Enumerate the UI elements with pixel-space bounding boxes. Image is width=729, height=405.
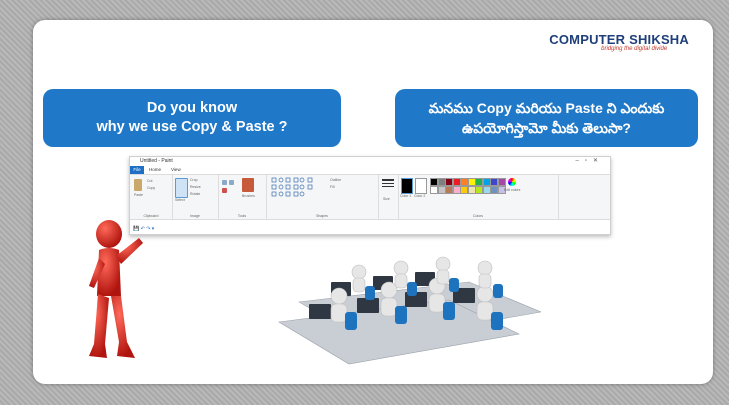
group-label: Colors [472, 214, 484, 218]
banner-line-2: why we use Copy & Paste ? [96, 119, 288, 135]
group-tools: Brushes Tools [218, 175, 267, 219]
group-label: Shapes [316, 214, 328, 218]
edit-colors-icon [508, 178, 516, 186]
outline-label: Outline [330, 178, 342, 182]
group-clipboard: Paste Cut Copy Clipboard [130, 175, 173, 219]
select-label: Select [175, 198, 185, 202]
copy-label: Copy [147, 186, 156, 190]
paint-ribbon: Paste Cut Copy Clipboard Select Crop Res… [130, 174, 610, 220]
question-banner-english: Do you know why we use Copy & Paste ? [43, 89, 341, 147]
crop-label: Crop [190, 178, 198, 182]
logo-name: COMPUTER SHIKSHA [549, 32, 689, 47]
pointing-figure-icon [89, 220, 143, 358]
resize-label: Resize [190, 185, 201, 189]
banner-line-1: మనము Copy మరియు Paste ని ఎందుకు [428, 100, 665, 116]
paste-label: Paste [134, 193, 143, 197]
tab-view: View [171, 167, 181, 172]
group-colors: Color 1 Color 2 Edit colors Colors [398, 175, 559, 219]
slide-card: COMPUTER SHIKSHA bridging the digital di… [33, 20, 713, 384]
banner-line-2: ఉపయోగిస్తామో మీకు తెలుసా? [462, 120, 631, 136]
tab-file: File [130, 166, 144, 174]
paint-title: Untitled - Paint [140, 158, 173, 164]
banner-line-1: Do you know [146, 100, 238, 116]
cut-label: Cut [147, 179, 153, 183]
size-label: Size [383, 197, 390, 201]
fill-label: Fill [330, 185, 335, 189]
color1-label: Color 1 [400, 194, 412, 198]
classroom-illustration-icon [278, 256, 541, 365]
group-image: Select Crop Resize Rotate Image [172, 175, 219, 219]
color2-swatch [415, 178, 427, 194]
paste-icon [134, 179, 142, 191]
rotate-label: Rotate [190, 192, 201, 196]
question-banner-telugu: మనము Copy మరియు Paste ని ఎందుకు ఉపయోగిస్… [395, 89, 698, 147]
pencil-icon [222, 180, 227, 185]
color1-swatch [401, 178, 413, 194]
paint-window-screenshot: Untitled - Paint –▫✕ File Home View Past… [129, 156, 611, 235]
group-size: Size [378, 175, 399, 219]
brushes-label: Brushes [242, 194, 255, 198]
eraser-icon [222, 188, 227, 193]
fill-icon [229, 180, 234, 185]
tab-home: Home [149, 167, 162, 172]
brushes-icon [242, 178, 254, 192]
paint-tabs: File Home View [130, 166, 610, 174]
shapes-gallery-icon [271, 177, 313, 197]
color2-label: Color 2 [414, 194, 426, 198]
select-icon [175, 178, 188, 198]
group-shapes: Outline Fill Shapes [266, 175, 379, 219]
logo: COMPUTER SHIKSHA bridging the digital di… [549, 32, 689, 52]
window-controls-icon: –▫✕ [575, 158, 604, 164]
group-label: Tools [237, 214, 247, 218]
edit-colors-label: Edit colors [504, 188, 521, 192]
group-label: Image [190, 214, 200, 218]
paint-title-bar: Untitled - Paint –▫✕ [130, 157, 610, 166]
